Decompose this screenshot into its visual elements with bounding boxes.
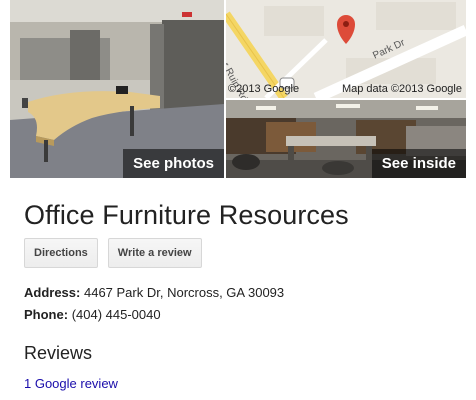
address-label: Address: xyxy=(24,285,81,300)
phone-row: Phone: (404) 445-0040 xyxy=(24,307,161,322)
write-review-button[interactable]: Write a review xyxy=(107,238,202,268)
photo-strip: See photos Park Dr Beaver Ruin Rd xyxy=(10,0,466,178)
business-name: Office Furniture Resources xyxy=(24,200,349,230)
map-copyright: ©2013 Google xyxy=(228,83,300,95)
google-reviews-link[interactable]: 1 Google review xyxy=(24,376,118,391)
see-inside-label[interactable]: See inside xyxy=(371,149,466,178)
map-data-credit: Map data ©2013 Google xyxy=(341,83,462,95)
phone-label: Phone: xyxy=(24,307,69,322)
see-photos-label[interactable]: See photos xyxy=(123,149,224,178)
directions-button[interactable]: Directions xyxy=(24,238,98,268)
see-photos-tile[interactable]: See photos xyxy=(10,0,224,178)
address-value: 4467 Park Dr, Norcross, GA 30093 xyxy=(83,285,285,300)
phone-value: (404) 445-0040 xyxy=(71,307,161,322)
reviews-heading: Reviews xyxy=(24,343,93,363)
action-buttons: Directions Write a review xyxy=(24,238,202,268)
map-tile[interactable]: Park Dr Beaver Ruin Rd ©2013 Google Map … xyxy=(226,0,466,98)
see-inside-tile[interactable]: See inside xyxy=(226,100,466,178)
address-row: Address: 4467 Park Dr, Norcross, GA 3009… xyxy=(24,285,284,300)
